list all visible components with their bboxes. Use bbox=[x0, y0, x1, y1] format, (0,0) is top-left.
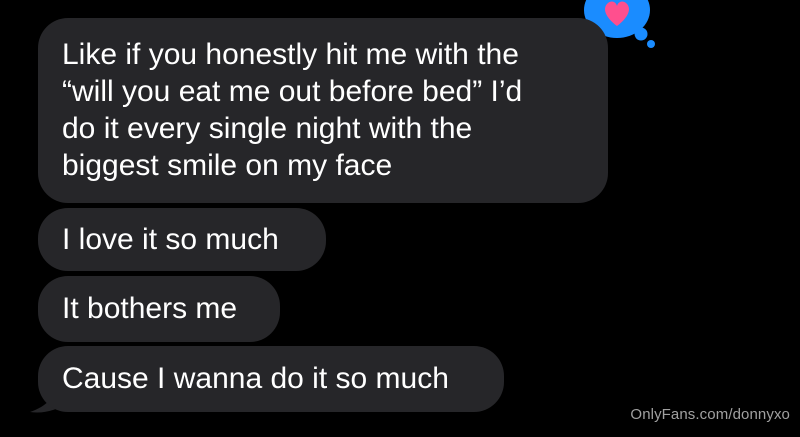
message-text: It bothers me bbox=[62, 292, 238, 325]
message-line: biggest smile on my face bbox=[62, 149, 393, 182]
watermark: OnlyFans.com/donnyxo bbox=[630, 406, 790, 423]
message-bubble[interactable]: Like if you honestly hit me with the “wi… bbox=[38, 18, 608, 203]
message-line: “will you eat me out before bed” I’d bbox=[62, 75, 523, 108]
message-line: Like if you honestly hit me with the bbox=[62, 38, 519, 71]
message-bubble[interactable]: I love it so much bbox=[38, 208, 326, 271]
message-line: do it every single night with the bbox=[62, 112, 473, 145]
message-bubble[interactable]: It bothers me bbox=[38, 276, 280, 342]
message-text: I love it so much bbox=[62, 223, 279, 256]
message-text: Cause I wanna do it so much bbox=[62, 362, 449, 395]
message-bubble[interactable]: Cause I wanna do it so much bbox=[38, 346, 504, 412]
